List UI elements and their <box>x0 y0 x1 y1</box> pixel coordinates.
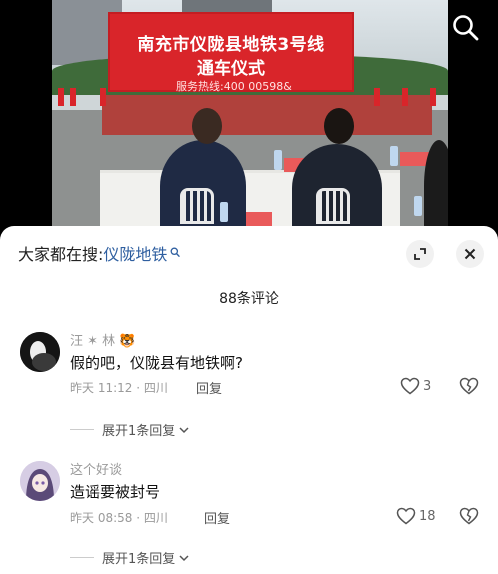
reply-button[interactable]: 回复 <box>204 508 230 527</box>
expand-replies[interactable]: 展开1条回复 <box>70 420 190 439</box>
comment-count: 88条评论 <box>219 291 279 307</box>
stage <box>102 95 432 135</box>
divider <box>70 557 94 558</box>
reply-button[interactable]: 回复 <box>196 378 222 397</box>
trending-search[interactable]: 大家都在搜: 仪陇地铁 <box>18 241 181 265</box>
video-player[interactable]: 南充市仪陇县地铁3号线 通车仪式 服务热线:400 00598& <box>0 0 498 232</box>
flag <box>374 88 380 106</box>
comment-text: 造谣要被封号 <box>70 483 161 501</box>
comment-meta: 昨天 11:12 · 四川 <box>70 381 168 395</box>
seated-person <box>424 140 448 232</box>
dislike-button[interactable] <box>459 377 479 399</box>
like-count: 3 <box>423 378 432 394</box>
banner-subtitle: 通车仪式 <box>197 59 265 79</box>
comment-author[interactable]: 汪 ✶ 林 🐯 <box>70 330 135 349</box>
like-button[interactable]: 18 <box>396 507 436 525</box>
water-bottle <box>220 202 228 222</box>
like-count: 18 <box>419 508 436 524</box>
water-bottle <box>414 196 422 216</box>
expand-replies-label: 展开1条回复 <box>102 424 176 439</box>
person-head <box>324 108 354 144</box>
comment-meta: 昨天 08:58 · 四川 <box>70 511 168 525</box>
event-banner: 南充市仪陇县地铁3号线 通车仪式 服务热线:400 00598& <box>108 12 354 93</box>
search-icon <box>170 244 181 263</box>
avatar[interactable] <box>20 461 60 501</box>
person-head <box>192 108 222 144</box>
trending-query-link[interactable]: 仪陇地铁 <box>103 241 167 265</box>
chair <box>180 188 214 224</box>
water-bottle <box>390 146 398 166</box>
avatar[interactable] <box>20 332 60 372</box>
dislike-button[interactable] <box>459 507 479 529</box>
like-button[interactable]: 3 <box>400 377 431 395</box>
banner-hotline: 服务热线:400 00598& <box>176 80 292 93</box>
heart-icon <box>400 377 420 395</box>
chevron-down-icon <box>179 554 189 561</box>
expand-replies[interactable]: 展开1条回复 <box>70 548 190 567</box>
fullscreen-button[interactable] <box>406 240 434 268</box>
chevron-down-icon <box>179 426 189 433</box>
flag <box>100 88 106 106</box>
expand-replies-label: 展开1条回复 <box>102 552 176 567</box>
trending-prefix: 大家都在搜: <box>18 245 104 264</box>
comment-author[interactable]: 这个好谈 <box>70 459 122 478</box>
water-bottle <box>274 150 282 170</box>
chair <box>316 188 350 224</box>
banner-title: 南充市仪陇县地铁3号线 <box>137 35 325 55</box>
broken-heart-icon <box>459 377 479 395</box>
comment-panel: 大家都在搜: 仪陇地铁 88条评论 汪 ✶ 林 � <box>0 226 498 574</box>
close-icon <box>464 248 476 260</box>
broken-heart-icon <box>459 507 479 525</box>
search-button[interactable] <box>450 12 482 44</box>
heart-icon <box>396 507 416 525</box>
flag <box>402 88 408 106</box>
flag <box>430 88 436 106</box>
close-button[interactable] <box>456 240 484 268</box>
divider <box>70 429 94 430</box>
comment-text: 假的吧，仪陇县有地铁啊? <box>70 354 243 372</box>
expand-icon <box>414 248 426 260</box>
flag <box>70 88 76 106</box>
video-frame: 南充市仪陇县地铁3号线 通车仪式 服务热线:400 00598& <box>52 0 448 232</box>
search-icon <box>453 15 479 41</box>
flag <box>58 88 64 106</box>
